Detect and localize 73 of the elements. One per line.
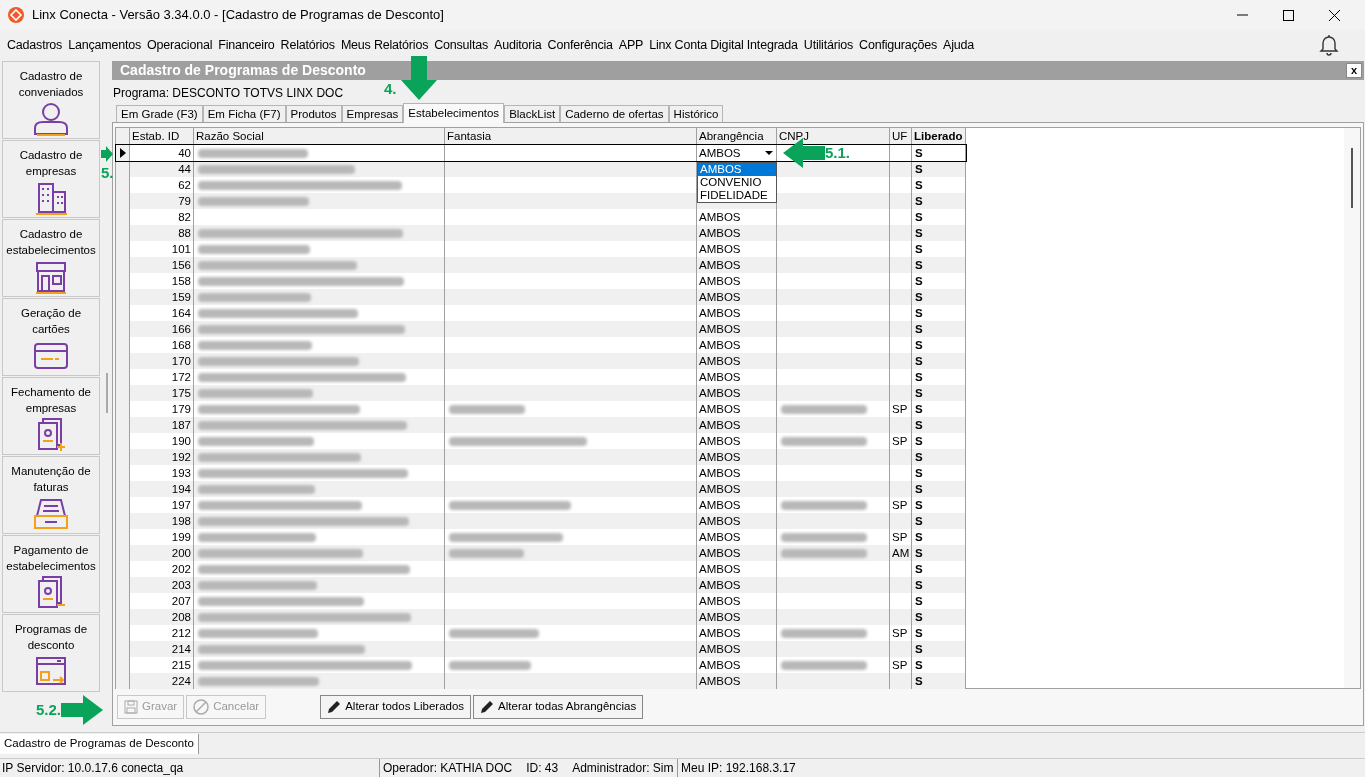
person-icon xyxy=(31,101,71,137)
open-window-tab[interactable]: Cadastro de Programas de Desconto xyxy=(0,733,199,754)
sidebar-shortcut[interactable]: Fechamento de empresas xyxy=(2,377,100,455)
menu-item[interactable]: Cadastros xyxy=(4,35,66,55)
tray-icon xyxy=(31,496,71,532)
panel-close-button[interactable]: x xyxy=(1346,63,1362,78)
sidebar-shortcut[interactable]: Geração de cartões xyxy=(2,298,100,376)
dropdown-option[interactable]: AMBOS xyxy=(698,163,776,176)
maximize-icon[interactable] xyxy=(1282,9,1294,21)
pencil-icon xyxy=(480,700,495,714)
menu-item[interactable]: Lançamentos xyxy=(65,35,145,55)
menu-item[interactable]: Ajuda xyxy=(940,35,978,55)
menu-item[interactable]: Utilitários xyxy=(800,35,857,55)
sidebar-shortcut[interactable]: Cadastro de estabelecimentos xyxy=(2,219,100,297)
dropdown-option[interactable]: CONVENIO xyxy=(698,176,776,189)
table-cell: 40 xyxy=(130,145,194,161)
table-cell: S xyxy=(912,673,966,689)
dropdown-option[interactable]: FIDELIDADE xyxy=(698,189,776,202)
pencil-icon xyxy=(327,700,342,714)
menu-item[interactable]: Consultas xyxy=(431,35,491,55)
tab[interactable]: Empresas xyxy=(341,105,404,122)
app-logo-icon xyxy=(8,7,24,23)
sidebar-shortcut[interactable]: Cadastro de empresas xyxy=(2,140,100,218)
sidebar-shortcut[interactable]: Programas de desconto xyxy=(2,614,100,692)
table-cell: 224 xyxy=(130,673,194,689)
dropdown-caret-icon[interactable] xyxy=(765,151,773,155)
menu-item[interactable]: APP xyxy=(615,35,647,55)
menu-item[interactable]: Operacional xyxy=(144,35,216,55)
tab[interactable]: Em Grade (F3) xyxy=(116,105,203,122)
annotation-arrow-icon xyxy=(101,146,113,162)
tab[interactable]: Histórico xyxy=(668,105,724,122)
status-text: ID: 43 xyxy=(526,760,559,777)
menu-item[interactable]: Auditoria xyxy=(491,35,545,55)
status-text: Operador: KATHIA DOC xyxy=(383,760,513,777)
tab[interactable]: Em Ficha (F7) xyxy=(202,105,286,122)
cancel-icon xyxy=(193,699,210,715)
abrangencia-select[interactable]: AMBOS xyxy=(697,145,777,161)
notification-bell-icon[interactable] xyxy=(1319,34,1339,56)
sidebar-shortcut[interactable]: Manutenção de faturas xyxy=(2,456,100,534)
current-row-indicator-icon xyxy=(119,148,126,158)
status-text: Meu IP: 192.168.3.17 xyxy=(680,760,796,777)
sidebar-shortcut[interactable]: Pagamento de estabelecimentos xyxy=(2,535,100,613)
annotation-arrow-icon xyxy=(783,138,825,168)
annotation-label: 5. xyxy=(101,163,114,183)
annotation-label: 4. xyxy=(384,78,397,99)
annotation-arrow-icon xyxy=(61,695,104,725)
menu-item[interactable]: Configurações xyxy=(856,35,941,55)
edit-button[interactable]: Alterar todos Liberados xyxy=(320,695,472,719)
tab[interactable]: Produtos xyxy=(285,105,342,122)
annotation-label: 5.1. xyxy=(825,142,851,163)
vertical-scrollbar[interactable] xyxy=(1344,128,1360,688)
menu-item[interactable]: Linx Conta Digital Integrada xyxy=(646,35,801,55)
menu-item[interactable]: Relatórios xyxy=(277,35,338,55)
minimize-icon[interactable] xyxy=(1236,14,1248,16)
window-title: Linx Conecta - Versão 3.34.0.0 - [Cadastro de Programas de Desconto] xyxy=(32,6,444,25)
menu-item[interactable]: Conferência xyxy=(544,35,616,55)
sidebar-shortcut[interactable]: Cadastro de conveniados xyxy=(2,61,100,139)
table-cell: AMBOS xyxy=(697,673,777,689)
table-cell: S xyxy=(912,145,966,161)
annotation-label: 5.2. xyxy=(36,699,62,720)
annotation-arrow-icon xyxy=(400,56,437,100)
tab[interactable]: BlackList xyxy=(504,105,561,122)
menu-item[interactable]: Meus Relatórios xyxy=(337,35,432,55)
tab[interactable]: Estabelecimentos xyxy=(403,103,505,123)
program-label: Programa: DESCONTO TOTVS LINX DOC xyxy=(112,85,344,102)
status-text: IP Servidor: 10.0.17.6 conecta_qa xyxy=(0,759,380,777)
close-icon[interactable] xyxy=(1328,9,1340,21)
menu-item[interactable]: Financeiro xyxy=(215,35,278,55)
panel-title: Cadastro de Programas de Desconto xyxy=(120,61,366,80)
edit-button[interactable]: Alterar todas Abrangências xyxy=(473,695,644,719)
row-header[interactable] xyxy=(116,145,130,161)
status-text: Administrador: Sim xyxy=(572,760,674,777)
tab[interactable]: Caderno de ofertas xyxy=(560,105,669,122)
